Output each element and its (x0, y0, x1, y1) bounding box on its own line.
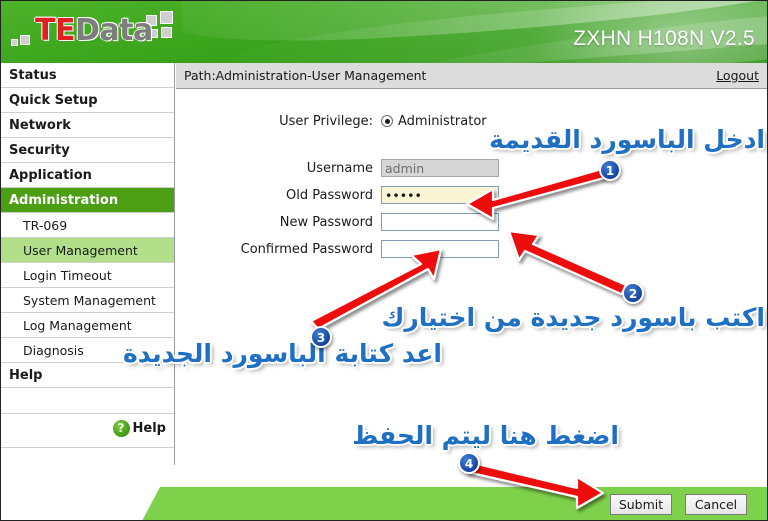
footer-green-band (198, 487, 767, 520)
logo-te-text: TE (35, 13, 75, 48)
confirmed-password-row: Confirmed Password (176, 237, 767, 261)
sidebar-item-diagnosis[interactable]: Diagnosis (1, 338, 174, 363)
step-marker-4: 4 (458, 452, 480, 474)
sidebar-item-tr-069[interactable]: TR-069 (1, 213, 174, 238)
step-marker-2: 2 (622, 282, 644, 304)
breadcrumb-text: Path:Administration-User Management (184, 68, 427, 83)
logo-square-icon (160, 11, 173, 24)
old-password-label: Old Password (286, 187, 373, 203)
help-link[interactable]: ? Help (112, 420, 166, 437)
logo-wordmark: TEData (35, 11, 153, 51)
user-privilege-row: User Privilege: Administrator (176, 109, 767, 133)
radio-administrator-label: Administrator (398, 113, 487, 129)
username-row: Username (176, 156, 767, 180)
sidebar-item-network[interactable]: Network (1, 113, 174, 138)
new-password-input[interactable] (381, 213, 499, 231)
sidebar-item-administration[interactable]: Administration (1, 188, 174, 213)
confirmed-password-label: Confirmed Password (240, 241, 373, 257)
sidebar-item-system-management[interactable]: System Management (1, 288, 174, 313)
sidebar-item-login-timeout[interactable]: Login Timeout (1, 263, 174, 288)
submit-button[interactable]: Submit (610, 494, 672, 515)
user-privilege-label: User Privilege: (279, 113, 373, 129)
page-header: TEData ZXHN H108N V2.5 (1, 1, 767, 63)
sidebar-item-application[interactable]: Application (1, 163, 174, 188)
sidebar-item-help[interactable]: Help (1, 363, 174, 388)
sidebar-divider (1, 388, 174, 414)
step-marker-3: 3 (310, 326, 332, 348)
old-password-input[interactable] (381, 186, 499, 204)
form-spacer (176, 136, 767, 156)
username-label: Username (306, 160, 373, 176)
username-input (381, 159, 499, 177)
device-model-name: ZXHN H108N V2.5 (573, 27, 755, 50)
new-password-label: New Password (279, 214, 373, 230)
cancel-button[interactable]: Cancel (685, 494, 747, 515)
page-footer: Submit Cancel (1, 465, 767, 520)
user-management-form: User Privilege: Administrator Username O… (176, 89, 767, 261)
radio-administrator[interactable] (381, 115, 393, 127)
old-password-row: Old Password (176, 183, 767, 207)
new-password-row: New Password (176, 210, 767, 234)
sidebar-item-quick-setup[interactable]: Quick Setup (1, 88, 174, 113)
te-data-logo: TEData (9, 11, 184, 55)
help-link-label: Help (132, 421, 166, 436)
breadcrumb: Path:Administration-User Management Logo… (176, 63, 767, 89)
logo-data-text: Data (74, 13, 153, 48)
sidebar-item-status[interactable]: Status (1, 63, 174, 88)
sidebar-item-security[interactable]: Security (1, 138, 174, 163)
sidebar-item-user-management[interactable]: User Management (1, 238, 174, 263)
sidebar-item-log-management[interactable]: Log Management (1, 313, 174, 338)
logout-link[interactable]: Logout (716, 63, 759, 89)
router-admin-page: TEData ZXHN H108N V2.5 Status Quick Setu… (0, 0, 768, 521)
step-marker-1: 1 (599, 159, 621, 181)
sidebar-nav: Status Quick Setup Network Security Appl… (1, 63, 175, 465)
user-privilege-value[interactable]: Administrator (381, 114, 487, 129)
logo-square-icon (11, 39, 18, 46)
logo-square-icon (161, 27, 172, 38)
confirmed-password-input[interactable] (381, 240, 499, 258)
logo-square-icon (20, 35, 30, 45)
question-mark-icon: ? (112, 420, 130, 437)
main-content: Path:Administration-User Management Logo… (176, 63, 767, 465)
sidebar-help-block: ? Help (1, 414, 174, 448)
